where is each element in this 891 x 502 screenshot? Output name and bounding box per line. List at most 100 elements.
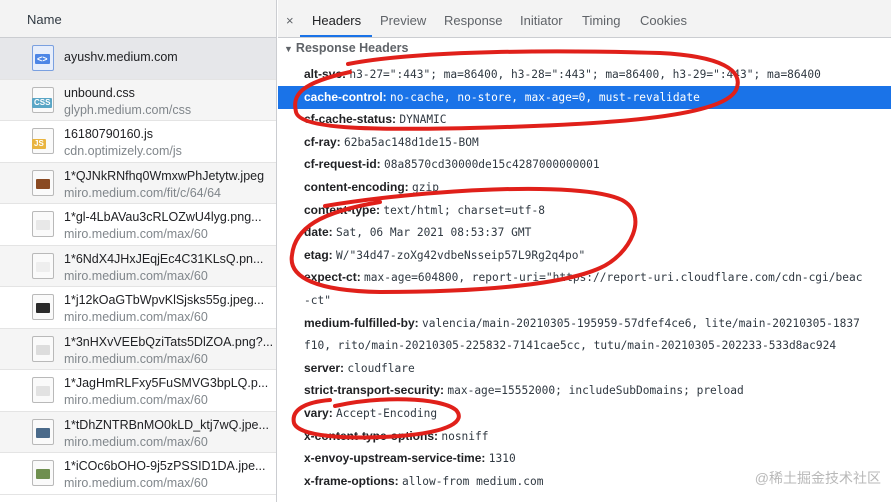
request-path: miro.medium.com/fit/c/64/64 bbox=[64, 185, 221, 200]
image-thumbnail bbox=[36, 386, 50, 396]
header-row[interactable]: cache-control: no-cache, no-store, max-a… bbox=[278, 85, 891, 109]
image-file-icon bbox=[32, 418, 54, 445]
header-name: cf-request-id: bbox=[304, 157, 381, 172]
request-name: 1*6NdX4JHxJEqjEc4C31KLsQ.pn... bbox=[64, 251, 264, 266]
header-value: max-age=15552000; includeSubDomains; pre… bbox=[447, 384, 744, 398]
header-name: x-envoy-upstream-service-time: bbox=[304, 451, 486, 466]
request-name: 1*QJNkRNfhq0WmxwPhJetytw.jpeg bbox=[64, 168, 265, 183]
request-detail-panel: × Headers Preview Response Initiator Tim… bbox=[278, 0, 891, 502]
header-name: alt-svc: bbox=[304, 67, 347, 81]
request-row[interactable]: CSS unbound.css glyph.medium.com/css bbox=[0, 79, 276, 121]
tab-headers[interactable]: Headers bbox=[312, 13, 361, 28]
header-name: vary: bbox=[304, 406, 333, 420]
tab-initiator[interactable]: Initiator bbox=[520, 13, 563, 28]
section-title: Response Headers bbox=[295, 41, 409, 55]
header-name: server: bbox=[304, 360, 345, 375]
request-name: 1*gl-4LbAVau3cRLOZwU4lyg.png... bbox=[64, 210, 262, 224]
image-file-icon bbox=[32, 460, 54, 486]
active-tab-indicator bbox=[300, 35, 372, 37]
tab-timing[interactable]: Timing bbox=[582, 13, 621, 28]
image-file-icon bbox=[32, 377, 54, 403]
header-value: 62ba5ac148d1de15-BOM bbox=[344, 135, 479, 149]
request-name: ayushv.medium.com bbox=[64, 50, 178, 64]
image-file-icon bbox=[32, 169, 54, 196]
detail-tab-bar: × Headers Preview Response Initiator Tim… bbox=[278, 0, 891, 38]
header-name: content-encoding: bbox=[304, 180, 409, 194]
file-type-tag: JS bbox=[32, 139, 46, 149]
header-row[interactable]: content-type: text/html; charset=utf-8 bbox=[278, 199, 891, 222]
image-file-icon bbox=[32, 252, 54, 279]
request-row[interactable]: JS 16180790160.js cdn.optimizely.com/js bbox=[0, 121, 276, 163]
tab-cookies[interactable]: Cookies bbox=[640, 13, 687, 28]
image-file-icon bbox=[32, 294, 54, 320]
header-row[interactable]: cf-ray: 62ba5ac148d1de15-BOM bbox=[278, 131, 891, 154]
request-path: miro.medium.com/max/60 bbox=[64, 268, 208, 283]
header-name: medium-fulfilled-by: bbox=[304, 315, 419, 330]
header-row[interactable]: cf-cache-status: DYNAMIC bbox=[278, 108, 891, 131]
header-row[interactable]: etag: W/"34d47-zoXg42vdbeNsseip57L9Rg2q4… bbox=[278, 244, 891, 267]
header-value: no-cache, no-store, max-age=0, must-reva… bbox=[390, 90, 700, 104]
image-thumbnail bbox=[36, 427, 50, 438]
header-row[interactable]: date: Sat, 06 Mar 2021 08:53:37 GMT bbox=[278, 221, 891, 244]
header-row[interactable]: cf-request-id: 08a8570cd30000de15c428700… bbox=[278, 153, 891, 176]
request-row[interactable]: 1*j12kOaGTbWpvKlSjsks55g.jpeg... miro.med… bbox=[0, 287, 276, 329]
request-path: miro.medium.com/max/60 bbox=[64, 393, 208, 407]
image-thumbnail bbox=[36, 303, 50, 313]
request-name: 1*iCOc6bOHO-9j5zPSSID1DA.jpe... bbox=[64, 459, 266, 473]
request-name: unbound.css bbox=[64, 85, 135, 100]
request-name: 1*3nHXvVEEbQziTats5DlZOA.png?... bbox=[64, 334, 274, 349]
request-list: <> ayushv.medium.com CSS unbound.css glyph.m… bbox=[0, 38, 276, 495]
name-column-header[interactable]: Name bbox=[0, 0, 276, 38]
header-row[interactable]: expect-ct: max-age=604800, report-uri="h… bbox=[278, 266, 891, 289]
image-thumbnail bbox=[36, 178, 50, 189]
request-row[interactable]: 1*tDhZNTRBnMO0kLD_ktj7wQ.jpe... miro.medi… bbox=[0, 411, 276, 453]
header-value: nosniff bbox=[441, 429, 489, 443]
header-row[interactable]: medium-fulfilled-by: valencia/main-20210… bbox=[278, 312, 891, 335]
header-row[interactable]: alt-svc: h3-27=":443"; ma=86400, h3-28="… bbox=[278, 63, 891, 86]
request-path: miro.medium.com/max/60 bbox=[64, 310, 208, 324]
tab-response[interactable]: Response bbox=[444, 13, 503, 28]
request-name: 16180790160.js bbox=[64, 127, 153, 141]
request-name: 1*tDhZNTRBnMO0kLD_ktj7wQ.jpe... bbox=[64, 417, 269, 432]
request-row[interactable]: 1*iCOc6bOHO-9j5zPSSID1DA.jpe... miro.medi… bbox=[0, 453, 276, 495]
header-name: x-content-type-options: bbox=[304, 428, 438, 443]
header-name: strict-transport-security: bbox=[304, 383, 445, 398]
request-path: miro.medium.com/max/60 bbox=[64, 351, 208, 366]
request-name: 1*JagHmRLFxy5FuSMVG3bpLQ.p... bbox=[64, 376, 269, 390]
triangle-down-icon: ▼ bbox=[284, 44, 293, 54]
request-row[interactable]: 1*gl-4LbAVau3cRLOZwU4lyg.png... miro.medi… bbox=[0, 204, 276, 246]
request-path: cdn.optimizely.com/js bbox=[64, 144, 182, 158]
html-file-icon: <> bbox=[32, 45, 54, 71]
header-value: text/html; charset=utf-8 bbox=[383, 203, 545, 217]
header-value: valencia/main-20210305-195959-57dfef4ce6… bbox=[422, 316, 860, 330]
file-type-tag: <> bbox=[35, 54, 50, 64]
image-thumbnail bbox=[36, 344, 50, 355]
header-value-continuation: f10, rito/main-20210305-225832-7141cae5c… bbox=[304, 339, 837, 353]
js-file-icon: JS bbox=[32, 128, 54, 154]
header-row[interactable]: x-envoy-upstream-service-time: 1310 bbox=[278, 447, 891, 470]
request-row[interactable]: <> ayushv.medium.com bbox=[0, 38, 276, 80]
header-row[interactable]: x-content-type-options: nosniff bbox=[278, 425, 891, 448]
header-value: 08a8570cd30000de15c4287000000001 bbox=[384, 158, 600, 172]
header-row[interactable]: content-encoding: gzip bbox=[278, 176, 891, 199]
watermark: @稀土掘金技术社区 bbox=[754, 470, 881, 486]
request-row[interactable]: 1*JagHmRLFxy5FuSMVG3bpLQ.p... miro.medium… bbox=[0, 370, 276, 412]
header-name: x-frame-options: bbox=[304, 473, 399, 488]
image-file-icon bbox=[32, 335, 54, 362]
request-row[interactable]: 1*QJNkRNfhq0WmxwPhJetytw.jpeg miro.medium… bbox=[0, 162, 276, 204]
close-icon[interactable]: × bbox=[286, 13, 294, 28]
header-row[interactable]: vary: Accept-Encoding bbox=[278, 402, 891, 425]
request-row[interactable]: 1*3nHXvVEEbQziTats5DlZOA.png?... miro.med… bbox=[0, 328, 276, 370]
response-headers-section-toggle[interactable]: ▼ Response Headers bbox=[284, 41, 408, 55]
request-path: glyph.medium.com/css bbox=[64, 102, 192, 117]
header-name: cf-ray: bbox=[304, 134, 341, 149]
header-row[interactable]: server: cloudflare bbox=[278, 357, 891, 380]
tab-preview[interactable]: Preview bbox=[380, 13, 426, 28]
request-path: miro.medium.com/max/60 bbox=[64, 227, 208, 241]
file-type-tag: CSS bbox=[32, 97, 53, 108]
request-name: 1*j12kOaGTbWpvKlSjsks55g.jpeg... bbox=[64, 293, 265, 307]
request-path: miro.medium.com/max/60 bbox=[64, 476, 208, 490]
header-name: etag: bbox=[304, 247, 333, 262]
header-row[interactable]: strict-transport-security: max-age=15552… bbox=[278, 379, 891, 402]
request-row[interactable]: 1*6NdX4JHxJEqjEc4C31KLsQ.pn... miro.mediu… bbox=[0, 245, 276, 287]
